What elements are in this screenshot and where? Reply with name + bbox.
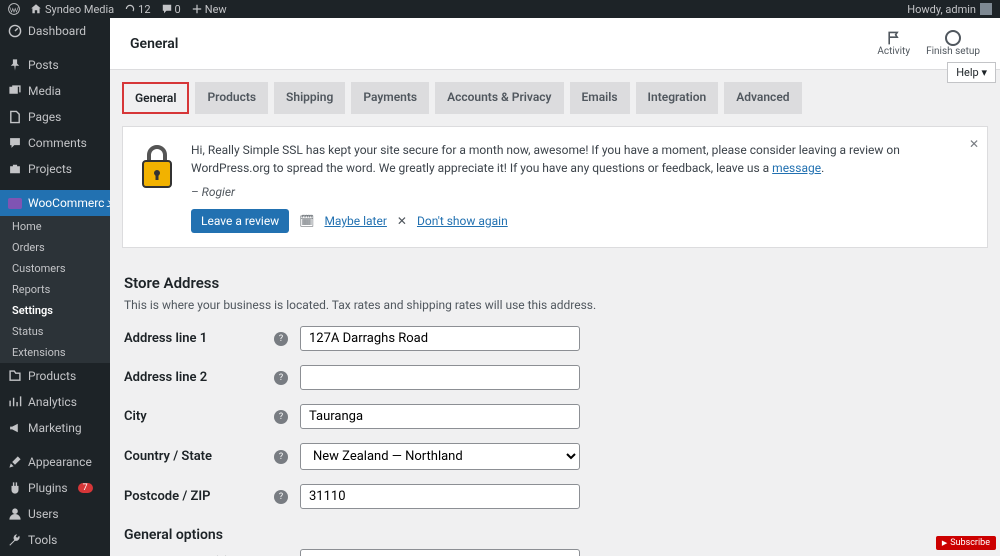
leave-review-button[interactable]: Leave a review bbox=[191, 209, 289, 233]
page-icon bbox=[8, 110, 22, 124]
wp-logo-icon[interactable] bbox=[8, 3, 20, 15]
tab-emails[interactable]: Emails bbox=[570, 82, 630, 114]
addr2-label: Address line 2 bbox=[124, 370, 274, 385]
sidebar-sub-customers[interactable]: Customers bbox=[0, 258, 110, 279]
help-icon[interactable]: ? bbox=[274, 450, 288, 464]
comment-icon bbox=[161, 3, 173, 15]
products-icon bbox=[8, 369, 22, 383]
selling-loc-select[interactable]: Sell to all countries bbox=[300, 549, 580, 556]
help-icon[interactable]: ? bbox=[274, 490, 288, 504]
notice-text: Hi, Really Simple SSL has kept your site… bbox=[191, 141, 973, 177]
store-address-heading: Store Address bbox=[124, 274, 986, 292]
subscribe-badge[interactable]: Subscribe bbox=[936, 536, 996, 550]
sidebar-item-plugins[interactable]: Plugins7 bbox=[0, 475, 110, 501]
city-label: City bbox=[124, 409, 274, 424]
sidebar-sub-home[interactable]: Home bbox=[0, 216, 110, 237]
country-label: Country / State bbox=[124, 449, 274, 464]
sidebar-item-comments[interactable]: Comments bbox=[0, 130, 110, 156]
content-area: General Activity Finish setup Help ▾ Gen… bbox=[110, 18, 1000, 556]
sidebar-item-appearance[interactable]: Appearance bbox=[0, 449, 110, 475]
city-input[interactable] bbox=[300, 404, 580, 429]
new-link[interactable]: New bbox=[191, 3, 227, 16]
plus-icon bbox=[191, 3, 203, 15]
site-name-link[interactable]: Syndeo Media bbox=[30, 3, 114, 16]
activity-button[interactable]: Activity bbox=[877, 30, 910, 57]
addr1-label: Address line 1 bbox=[124, 331, 274, 346]
updates-link[interactable]: 12 bbox=[124, 3, 150, 16]
refresh-icon bbox=[124, 3, 136, 15]
tools-icon bbox=[8, 533, 22, 547]
sidebar-sub-reports[interactable]: Reports bbox=[0, 279, 110, 300]
tab-accounts-privacy[interactable]: Accounts & Privacy bbox=[435, 82, 563, 114]
portfolio-icon bbox=[8, 162, 22, 176]
sidebar-sub-settings[interactable]: Settings bbox=[0, 300, 110, 321]
postcode-input[interactable] bbox=[300, 484, 580, 509]
general-options-heading: General options bbox=[124, 527, 986, 543]
notice-signature: – Rogier bbox=[191, 183, 973, 201]
sidebar-sub-orders[interactable]: Orders bbox=[0, 237, 110, 258]
sidebar-item-media[interactable]: Media bbox=[0, 78, 110, 104]
flag-icon bbox=[886, 30, 902, 46]
help-icon[interactable]: ? bbox=[274, 410, 288, 424]
page-header: General Activity Finish setup bbox=[110, 18, 1000, 70]
plugin-icon bbox=[8, 481, 22, 495]
store-address-desc: This is where your business is located. … bbox=[124, 298, 986, 312]
sidebar-item-woocommerce[interactable]: WooCommerce bbox=[0, 190, 110, 216]
comment-icon bbox=[8, 136, 22, 150]
tab-advanced[interactable]: Advanced bbox=[724, 82, 801, 114]
tab-payments[interactable]: Payments bbox=[351, 82, 429, 114]
sidebar-item-marketing[interactable]: Marketing bbox=[0, 415, 110, 441]
sidebar-item-dashboard[interactable]: Dashboard bbox=[0, 18, 110, 44]
admin-sidebar: Dashboard Posts Media Pages Comments Pro… bbox=[0, 18, 110, 556]
sidebar-item-projects[interactable]: Projects bbox=[0, 156, 110, 182]
admin-toolbar: Syndeo Media 12 0 New Howdy, admin bbox=[0, 0, 1000, 18]
maybe-later-link[interactable]: Maybe later bbox=[324, 212, 386, 230]
tab-integration[interactable]: Integration bbox=[636, 82, 719, 114]
addr1-input[interactable] bbox=[300, 326, 580, 351]
postcode-label: Postcode / ZIP bbox=[124, 489, 274, 504]
tab-general[interactable]: General bbox=[122, 82, 189, 114]
sidebar-item-users[interactable]: Users bbox=[0, 501, 110, 527]
close-icon: ✕ bbox=[397, 212, 407, 230]
sidebar-item-products[interactable]: Products bbox=[0, 363, 110, 389]
circle-icon bbox=[945, 30, 961, 46]
brush-icon bbox=[8, 455, 22, 469]
comments-link[interactable]: 0 bbox=[161, 3, 181, 16]
users-icon bbox=[8, 507, 22, 521]
media-icon bbox=[8, 84, 22, 98]
megaphone-icon bbox=[8, 421, 22, 435]
dismiss-notice-button[interactable]: ✕ bbox=[969, 135, 979, 153]
sidebar-item-analytics[interactable]: Analytics bbox=[0, 389, 110, 415]
settings-form: Store Address This is where your busines… bbox=[110, 260, 1000, 556]
pin-icon bbox=[8, 58, 22, 72]
sidebar-item-pages[interactable]: Pages bbox=[0, 104, 110, 130]
addr2-input[interactable] bbox=[300, 365, 580, 390]
country-select[interactable]: New Zealand — Northland bbox=[300, 443, 580, 470]
settings-tabs: General Products Shipping Payments Accou… bbox=[110, 70, 1000, 114]
help-icon[interactable]: ? bbox=[274, 371, 288, 385]
plugin-count-badge: 7 bbox=[78, 483, 93, 493]
dashboard-icon bbox=[8, 24, 22, 38]
help-icon[interactable]: ? bbox=[274, 332, 288, 346]
tab-products[interactable]: Products bbox=[195, 82, 268, 114]
review-notice: Hi, Really Simple SSL has kept your site… bbox=[122, 126, 988, 248]
avatar[interactable] bbox=[980, 3, 992, 15]
sidebar-sub-extensions[interactable]: Extensions bbox=[0, 342, 110, 363]
howdy-link[interactable]: Howdy, admin bbox=[907, 3, 976, 16]
message-link[interactable]: message bbox=[772, 161, 821, 175]
woocommerce-icon bbox=[8, 198, 22, 209]
dont-show-link[interactable]: Don't show again bbox=[417, 212, 508, 230]
sidebar-sub-status[interactable]: Status bbox=[0, 321, 110, 342]
page-title: General bbox=[130, 36, 178, 52]
help-tab-button[interactable]: Help ▾ bbox=[947, 62, 996, 83]
home-icon bbox=[30, 3, 42, 15]
sidebar-item-tools[interactable]: Tools bbox=[0, 527, 110, 553]
tab-shipping[interactable]: Shipping bbox=[274, 82, 345, 114]
lock-icon bbox=[137, 141, 177, 233]
analytics-icon bbox=[8, 395, 22, 409]
sidebar-item-posts[interactable]: Posts bbox=[0, 52, 110, 78]
finish-setup-button[interactable]: Finish setup bbox=[926, 30, 980, 57]
sidebar-submenu: Home Orders Customers Reports Settings S… bbox=[0, 216, 110, 363]
calendar-icon: 🗓 bbox=[299, 212, 314, 230]
